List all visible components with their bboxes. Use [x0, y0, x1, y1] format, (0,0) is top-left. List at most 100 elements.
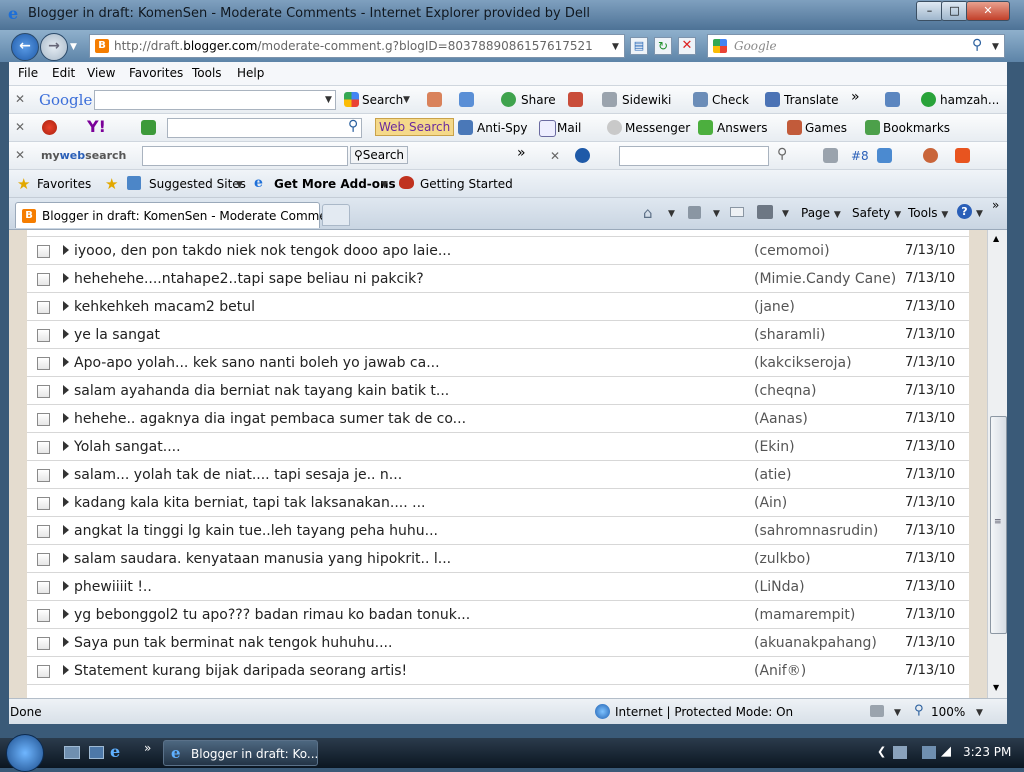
volume-icon[interactable]: ◢ [941, 744, 951, 759]
check-button[interactable]: Check [712, 93, 749, 107]
recent-pages-chevron-icon[interactable]: ▼ [70, 42, 77, 52]
comment-row[interactable]: salam... yolah tak de niat.... tapi sesa… [27, 461, 969, 489]
feeds-chevron-icon[interactable]: ▼ [713, 209, 720, 219]
tray-chevron-icon[interactable]: ❮ [877, 745, 886, 758]
comment-checkbox[interactable] [37, 413, 50, 426]
vertical-scrollbar[interactable]: ▲ ≡ ▼ [987, 230, 1007, 698]
translate-button[interactable]: Translate [784, 93, 839, 107]
addons-chevron-icon[interactable]: ▼ [381, 180, 388, 190]
expand-triangle-icon[interactable] [63, 385, 69, 395]
ask-search-input[interactable] [619, 146, 769, 166]
getting-started-link[interactable]: Getting Started [420, 177, 513, 191]
comment-snippet[interactable]: kadang kala kita berniat, tapi tak laksa… [74, 495, 425, 511]
comment-snippet[interactable]: hehehe.. agaknya dia ingat pembaca sumer… [74, 411, 466, 427]
sidewiki-button[interactable]: Sidewiki [622, 93, 671, 107]
taskbar-item-ie[interactable]: e Blogger in draft: Ko... [163, 740, 318, 766]
home-icon[interactable]: ⌂ [643, 204, 653, 222]
mywebsearch-search-button[interactable]: ⚲Search [350, 146, 409, 164]
comment-checkbox[interactable] [37, 385, 50, 398]
google-account-button[interactable]: hamzah... [940, 93, 999, 107]
compatibility-view-icon[interactable]: ▤ [630, 37, 648, 55]
phishing-chevron-icon[interactable]: ▼ [894, 708, 901, 718]
comment-checkbox[interactable] [37, 497, 50, 510]
feeds-icon[interactable] [688, 206, 701, 219]
games-button[interactable]: Games [805, 121, 847, 135]
expand-triangle-icon[interactable] [63, 525, 69, 535]
expand-triangle-icon[interactable] [63, 581, 69, 591]
comment-checkbox[interactable] [37, 357, 50, 370]
comment-checkbox[interactable] [37, 301, 50, 314]
comment-row[interactable]: Statement kurang bijak daripada seorang … [27, 657, 969, 685]
comment-snippet[interactable]: salam ayahanda dia berniat nak tayang ka… [74, 383, 449, 399]
expand-triangle-icon[interactable] [63, 441, 69, 451]
comment-snippet[interactable]: angkat la tinggi lg kain tue..leh tayang… [74, 523, 438, 539]
switch-windows-icon[interactable] [89, 746, 104, 759]
search-chevron-icon[interactable]: ▼ [403, 95, 410, 105]
more-chevron-icon[interactable]: » [517, 145, 526, 161]
expand-triangle-icon[interactable] [63, 273, 69, 283]
comment-row[interactable]: iyooo, den pon takdo niek nok tengok doo… [27, 237, 969, 265]
comment-checkbox[interactable] [37, 553, 50, 566]
security-zone[interactable]: Internet | Protected Mode: On [615, 705, 793, 719]
search-options-chevron-icon[interactable]: ▼ [992, 42, 999, 52]
comment-checkbox[interactable] [37, 469, 50, 482]
expand-triangle-icon[interactable] [63, 553, 69, 563]
comment-row[interactable]: ye la sangat (sharamli) 7/13/10 [27, 321, 969, 349]
safety-menu[interactable]: Safety ▼ [852, 206, 901, 220]
search-box[interactable]: Google ⚲ ▼ [707, 34, 1005, 58]
zoom-chevron-icon[interactable]: ▼ [976, 708, 983, 718]
expand-triangle-icon[interactable] [63, 469, 69, 479]
comment-checkbox[interactable] [37, 245, 50, 258]
comment-snippet[interactable]: salam saudara. kenyataan manusia yang hi… [74, 551, 451, 567]
ask-search-icon[interactable]: ⚲ [777, 146, 787, 162]
pagerank-icon[interactable] [427, 92, 442, 107]
timer-icon[interactable] [923, 148, 938, 163]
anti-spy-button[interactable]: Anti-Spy [477, 121, 528, 135]
expand-triangle-icon[interactable] [63, 357, 69, 367]
read-mail-icon[interactable] [730, 207, 744, 217]
print-chevron-icon[interactable]: ▼ [782, 209, 789, 219]
tab-moderate-comments[interactable]: B Blogger in draft: KomenSen - Moderate … [15, 202, 345, 228]
comment-snippet[interactable]: Saya pun tak berminat nak tengok huhuhu.… [74, 635, 392, 651]
address-bar[interactable]: B http://draft.blogger.com/moderate-comm… [89, 34, 625, 58]
phishing-filter-icon[interactable] [870, 705, 884, 717]
yahoo-search-input[interactable] [167, 118, 362, 138]
comment-snippet[interactable]: iyooo, den pon takdo niek nok tengok doo… [74, 243, 451, 259]
comment-row[interactable]: hehehehe....ntahape2..tapi sape beliau n… [27, 265, 969, 293]
comment-row[interactable]: kehkehkeh macam2 betul (jane) 7/13/10 [27, 293, 969, 321]
mail-button[interactable]: Mail [557, 121, 581, 135]
more-chevron-icon[interactable]: » [851, 89, 860, 105]
comment-snippet[interactable]: Yolah sangat.... [74, 439, 181, 455]
comment-snippet[interactable]: yg bebonggol2 tu apo??? badan rimau ko b… [74, 607, 470, 623]
menu-view[interactable]: View [87, 66, 115, 80]
favorites-button[interactable]: Favorites [37, 177, 91, 191]
expand-triangle-icon[interactable] [63, 245, 69, 255]
comment-row[interactable]: Apo-apo yolah... kek sano nanti boleh yo… [27, 349, 969, 377]
comment-checkbox[interactable] [37, 665, 50, 678]
help-icon[interactable]: ? [957, 204, 972, 219]
search-icon[interactable]: ⚲ [972, 37, 982, 53]
google-search-button[interactable]: Search [362, 93, 403, 107]
more-chevron-icon[interactable]: » [992, 198, 999, 212]
close-toolbar-icon[interactable]: ✕ [15, 120, 25, 134]
tray-app-icon[interactable] [893, 746, 907, 759]
comment-row[interactable]: yg bebonggol2 tu apo??? badan rimau ko b… [27, 601, 969, 629]
tools-menu[interactable]: Tools ▼ [908, 206, 948, 220]
comment-row[interactable]: Yolah sangat.... (Ekin) 7/13/10 [27, 433, 969, 461]
add-favorites-icon[interactable]: ★ [105, 175, 118, 193]
close-window-button[interactable]: ✕ [966, 1, 1010, 21]
expand-triangle-icon[interactable] [63, 301, 69, 311]
menu-edit[interactable]: Edit [52, 66, 75, 80]
bookmarks-button[interactable]: Bookmarks [883, 121, 950, 135]
comment-row[interactable]: salam ayahanda dia berniat nak tayang ka… [27, 377, 969, 405]
stop-icon[interactable]: ✕ [678, 37, 696, 55]
popup-blocker-icon[interactable] [568, 92, 583, 107]
print-icon[interactable] [757, 205, 773, 219]
page-menu[interactable]: Page ▼ [801, 206, 841, 220]
scrollbar-thumb[interactable]: ≡ [990, 416, 1007, 634]
comment-checkbox[interactable] [37, 441, 50, 454]
comment-row[interactable]: angkat la tinggi lg kain tue..leh tayang… [27, 517, 969, 545]
address-dropdown-icon[interactable]: ▼ [612, 42, 619, 52]
menu-tools[interactable]: Tools [192, 66, 222, 80]
new-tab-button[interactable] [322, 204, 350, 226]
